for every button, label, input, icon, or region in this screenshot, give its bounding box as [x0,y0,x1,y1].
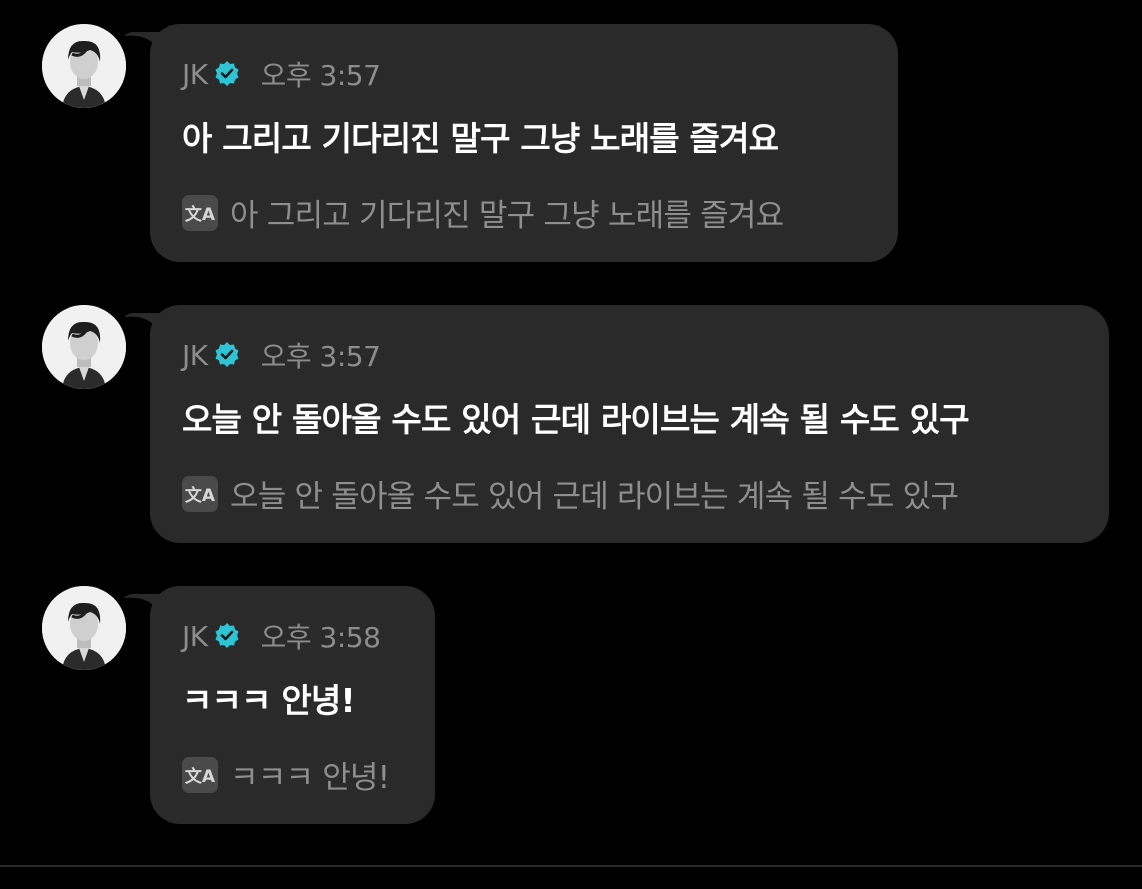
avatar[interactable] [42,305,126,389]
translate-icon[interactable]: 文A [182,194,218,231]
verified-badge-icon [215,342,239,367]
profile-photo-icon [42,24,126,108]
message-translation: 文A 오늘 안 돌아올 수도 있어 근데 라이브는 계속 될 수도 있구 [182,471,959,516]
sender-name[interactable]: JK [182,58,208,91]
avatar[interactable] [42,586,126,670]
message-time: 오후 3:58 [260,621,381,654]
message-time: 오후 3:57 [260,340,381,373]
message-text: 오늘 안 돌아올 수도 있어 근데 라이브는 계속 될 수도 있구 [182,400,970,439]
bottom-divider [0,865,1142,867]
verified-badge-icon [215,623,239,648]
translate-icon[interactable]: 文A [182,475,218,512]
translation-text: 오늘 안 돌아올 수도 있어 근데 라이브는 계속 될 수도 있구 [230,479,959,515]
message-translation: 文A 아 그리고 기다리진 말구 그냥 노래를 즐겨요 [182,190,784,235]
translate-icon[interactable]: 文A [182,756,218,793]
message-meta: JK 오후 3:58 [182,619,381,655]
message-text: ㅋㅋㅋ 안녕! [182,681,356,720]
message-time: 오후 3:57 [260,59,381,92]
message-bubble[interactable]: JK 오후 3:57 아 그리고 기다리진 말구 그냥 노래를 즐겨요 文A 아… [150,24,898,262]
message-meta: JK 오후 3:57 [182,57,381,93]
translation-text: 아 그리고 기다리진 말구 그냥 노래를 즐겨요 [230,198,784,234]
message-meta: JK 오후 3:57 [182,338,381,374]
avatar[interactable] [42,24,126,108]
verified-badge-icon [215,61,239,86]
message-translation: 文A ㅋㅋㅋ 안녕! [182,752,390,797]
chat-message-list: JK 오후 3:57 아 그리고 기다리진 말구 그냥 노래를 즐겨요 文A 아… [0,0,1142,889]
translation-text: ㅋㅋㅋ 안녕! [230,760,390,796]
message-text: 아 그리고 기다리진 말구 그냥 노래를 즐겨요 [182,119,779,158]
profile-photo-icon [42,586,126,670]
message-bubble[interactable]: JK 오후 3:58 ㅋㅋㅋ 안녕! 文A ㅋㅋㅋ 안녕! [150,586,435,824]
sender-name[interactable]: JK [182,339,208,372]
profile-photo-icon [42,305,126,389]
message-bubble[interactable]: JK 오후 3:57 오늘 안 돌아올 수도 있어 근데 라이브는 계속 될 수… [150,305,1109,543]
sender-name[interactable]: JK [182,620,208,653]
